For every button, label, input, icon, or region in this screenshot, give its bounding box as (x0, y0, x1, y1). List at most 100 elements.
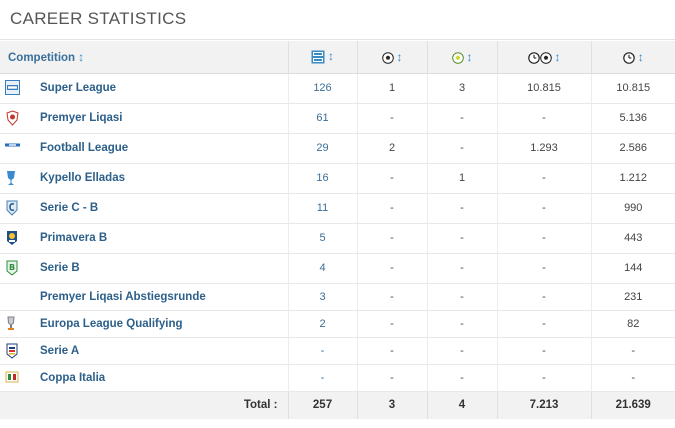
assists-cell: - (427, 223, 498, 254)
assists-cell: - (427, 283, 498, 311)
appearances-cell[interactable]: - (288, 337, 358, 365)
minutes-cell: 5.136 (591, 103, 675, 134)
competition-link[interactable]: Super League (40, 82, 116, 94)
primavera-logo-icon (5, 230, 20, 246)
competition-link[interactable]: Primavera B (40, 232, 107, 244)
svg-text:B: B (9, 263, 15, 272)
goals-cell: - (357, 253, 428, 284)
competition-cell: Coppa Italia (0, 364, 289, 392)
page-title: CAREER STATISTICS (10, 9, 187, 28)
goals-icon (381, 51, 394, 64)
appearances-cell[interactable]: 5 (288, 223, 358, 254)
sort-icon[interactable]: ↕ (328, 49, 334, 63)
minutes-cell: 144 (591, 253, 675, 284)
minutes-per-goal-cell: 10.815 (497, 73, 592, 104)
appearances-cell[interactable]: - (288, 364, 358, 392)
competition-link[interactable]: Serie A (40, 345, 79, 357)
minutes-cell: 10.815 (591, 73, 675, 104)
competition-cell: Serie C - B (0, 193, 289, 224)
sort-icon[interactable]: ↕ (638, 50, 644, 64)
minutes-cell: 990 (591, 193, 675, 224)
competition-link[interactable]: Serie C - B (40, 202, 98, 214)
appearances-icon (311, 50, 325, 64)
serie-b-logo-icon: B (5, 260, 20, 276)
minutes-per-goal-cell: - (497, 337, 592, 365)
competition-cell: Super League (0, 73, 289, 104)
appearances-cell[interactable]: 2 (288, 310, 358, 338)
assists-cell: - (427, 337, 498, 365)
competition-link[interactable]: Premyer Liqasi Abstiegsrunde (40, 291, 206, 303)
serie-c-logo-icon (5, 200, 20, 216)
minutes-column-header[interactable]: ↕ (591, 41, 675, 74)
table-row: Super League 126 1 3 10.815 10.815 (0, 73, 675, 104)
goals-cell: - (357, 163, 428, 194)
minutes-per-goal-column-header[interactable]: ↕ (497, 41, 592, 74)
appearances-cell[interactable]: 16 (288, 163, 358, 194)
assists-column-header[interactable]: ↕ (427, 41, 498, 74)
total-goals: 3 (357, 390, 428, 419)
minutes-per-goal-cell: - (497, 364, 592, 392)
football-league-logo-icon (5, 140, 20, 156)
competition-link[interactable]: Football League (40, 142, 128, 154)
minutes-cell: 82 (591, 310, 675, 338)
clock-icon (527, 51, 540, 64)
competition-link[interactable]: Coppa Italia (40, 372, 105, 384)
goals-cell: 1 (357, 73, 428, 104)
competition-link[interactable]: Premyer Liqasi (40, 112, 122, 124)
competition-link[interactable]: Kypello Elladas (40, 172, 125, 184)
goals-cell: - (357, 310, 428, 338)
appearances-column-header[interactable]: ↕ (288, 41, 358, 74)
table-row: B Serie B 4- - -144 (0, 253, 675, 284)
appearances-cell[interactable]: 3 (288, 283, 358, 311)
goals-column-header[interactable]: ↕ (357, 41, 428, 74)
europa-league-logo-icon (5, 316, 20, 332)
table-row: Premyer Liqasi Abstiegsrunde 3- - -231 (0, 283, 675, 311)
table-row: Coppa Italia - - - - - (0, 364, 675, 392)
minutes-per-goal-cell: - (497, 223, 592, 254)
assists-cell: 3 (427, 73, 498, 104)
competition-column-header[interactable]: Competition ↕ (0, 41, 289, 74)
minutes-cell: 1.212 (591, 163, 675, 194)
minutes-per-goal-cell: - (497, 163, 592, 194)
table-row: Primavera B 5- - -443 (0, 223, 675, 254)
competition-cell: Europa League Qualifying (0, 310, 289, 338)
assists-cell: - (427, 310, 498, 338)
goals-cell: - (357, 337, 428, 365)
sort-icon[interactable]: ↕ (78, 50, 84, 64)
appearances-cell[interactable]: 61 (288, 103, 358, 134)
total-appearances: 257 (288, 390, 358, 419)
assists-cell: - (427, 364, 498, 392)
coppa-italia-logo-icon (5, 370, 20, 386)
competition-link[interactable]: Serie B (40, 262, 80, 274)
total-minutes-per-goal: 7.213 (497, 390, 592, 419)
minutes-cell: - (591, 364, 675, 392)
appearances-cell[interactable]: 126 (288, 73, 358, 104)
sort-icon[interactable]: ↕ (555, 50, 561, 64)
sort-icon[interactable]: ↕ (397, 50, 403, 64)
minutes-cell: 2.586 (591, 133, 675, 164)
competition-cell: Serie A (0, 337, 289, 365)
totals-row: Total : 257 3 4 7.213 21.639 (0, 390, 675, 419)
career-stats-table: Competition ↕ ↕ ↕ ↕ ↕ ↕ Super League 126… (0, 41, 675, 419)
minutes-per-goal-cell: - (497, 253, 592, 284)
table-row: Football League 29 2-1.293 2.586 (0, 133, 675, 164)
appearances-cell[interactable]: 29 (288, 133, 358, 164)
premyer-liqasi-logo-icon (5, 110, 20, 126)
minutes-per-goal-cell: - (497, 103, 592, 134)
appearances-cell[interactable]: 11 (288, 193, 358, 224)
ball-icon (539, 51, 552, 64)
minutes-per-goal-cell: 1.293 (497, 133, 592, 164)
sort-icon[interactable]: ↕ (467, 50, 473, 64)
total-minutes: 21.639 (591, 390, 675, 419)
super-league-logo-icon (5, 80, 20, 96)
competition-header-label: Competition (8, 51, 76, 64)
competition-link[interactable]: Europa League Qualifying (40, 318, 183, 330)
goals-cell: 2 (357, 133, 428, 164)
table-row: Europa League Qualifying 2- - -82 (0, 310, 675, 338)
assists-icon (451, 51, 464, 64)
competition-cell: Primavera B (0, 223, 289, 254)
appearances-cell[interactable]: 4 (288, 253, 358, 284)
serie-a-logo-icon (5, 343, 20, 359)
assists-cell: - (427, 103, 498, 134)
competition-cell: Football League (0, 133, 289, 164)
